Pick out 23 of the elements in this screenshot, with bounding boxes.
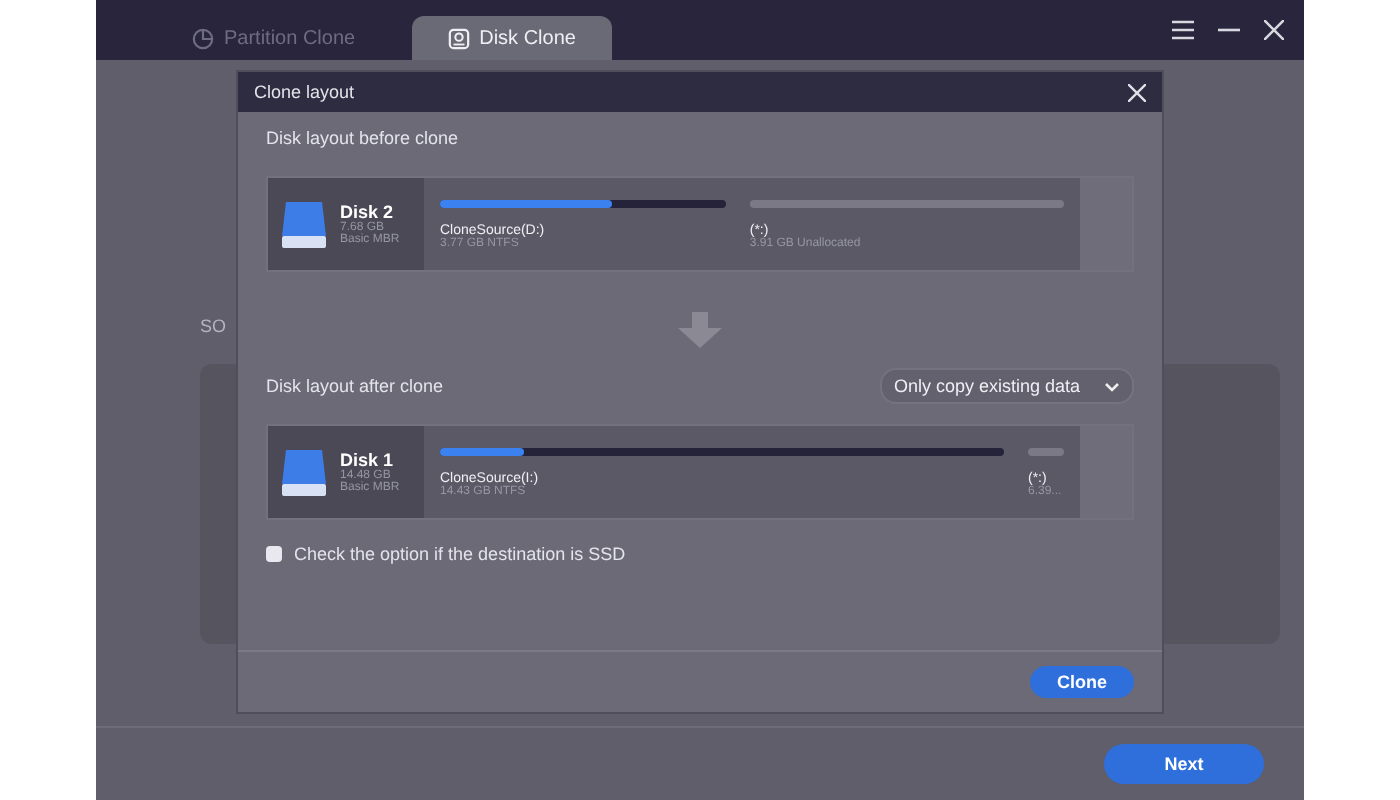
- section-heading: Disk layout before clone: [266, 128, 459, 148]
- pie-chart-icon: [192, 27, 214, 49]
- disk-name: Disk 2: [340, 202, 396, 222]
- drive-icon: [280, 446, 328, 498]
- close-icon[interactable]: [1128, 83, 1146, 101]
- checkbox-label: Check the option if the destination is SSD: [294, 544, 626, 564]
- section-heading: Disk layout after clone: [266, 376, 444, 396]
- down-arrow-icon: [674, 312, 726, 348]
- mode-dropdown[interactable]: Only copy existing data: [879, 368, 1134, 404]
- tab[interactable]: Disk Clone: [411, 16, 612, 60]
- tab[interactable]: Partition Clone: [156, 16, 392, 60]
- disk-name: Disk 1: [340, 450, 396, 470]
- menu-icon[interactable]: [1172, 20, 1194, 40]
- checkbox[interactable]: [266, 546, 282, 562]
- clone-button[interactable]: Clone: [1030, 666, 1134, 698]
- drive-icon: [280, 198, 328, 250]
- minimize-icon[interactable]: [1218, 28, 1240, 32]
- section-label: SO: [200, 316, 227, 336]
- chevron-down-icon: [1104, 381, 1120, 391]
- close-icon[interactable]: [1264, 20, 1284, 40]
- dialog-title: Clone layout: [254, 82, 355, 102]
- next-button[interactable]: Next: [1104, 744, 1264, 784]
- usage-bar: [1028, 447, 1064, 455]
